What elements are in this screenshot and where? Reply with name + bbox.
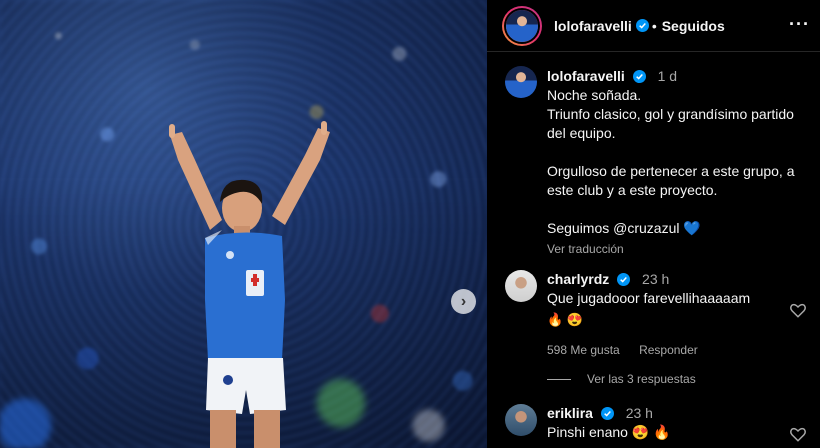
commenter-username[interactable]: eriklira xyxy=(547,405,593,421)
caption-author-avatar[interactable] xyxy=(505,66,537,98)
reply-button[interactable]: Responder xyxy=(639,343,698,357)
more-options-icon[interactable]: ··· xyxy=(789,14,810,35)
comment-like-count[interactable]: 598 Me gusta xyxy=(547,343,620,357)
next-photo-button[interactable]: › xyxy=(451,289,476,314)
comment-text: Que jugadooor farevellihaaaaam xyxy=(547,290,751,306)
author-username[interactable]: lolofaravelli xyxy=(554,18,632,34)
post-details-panel: lolofaravelli • Seguidos ··· lolofaravel… xyxy=(487,0,820,448)
caption-timestamp: 1 d xyxy=(657,68,678,84)
commenter-avatar[interactable] xyxy=(505,270,537,302)
view-replies-button[interactable]: Ver las 3 respuestas xyxy=(547,372,696,386)
post-photo[interactable]: › xyxy=(0,0,487,448)
post-header: lolofaravelli • Seguidos ··· xyxy=(487,0,820,52)
replies-divider xyxy=(547,378,571,380)
verified-badge-icon xyxy=(600,407,614,420)
comment-item: charlyrdz 23 h Que jugadooor farevelliha… xyxy=(505,270,815,360)
comment-timestamp: 23 h xyxy=(642,271,670,287)
comment-timestamp: 23 h xyxy=(625,405,653,421)
commenter-username[interactable]: charlyrdz xyxy=(547,271,609,287)
separator-dot: • xyxy=(651,17,657,34)
player-figure xyxy=(169,121,330,448)
following-button[interactable]: Seguidos xyxy=(662,18,725,34)
heart-icon[interactable] xyxy=(789,425,807,443)
author-avatar[interactable] xyxy=(502,5,542,46)
see-translation-link[interactable]: Ver traducción xyxy=(547,240,815,259)
chevron-right-icon: › xyxy=(460,292,467,310)
caption-username[interactable]: lolofaravelli xyxy=(547,68,625,84)
comment-emojis: 🔥 😍 xyxy=(547,312,583,327)
verified-badge-icon xyxy=(635,19,649,32)
comment-item: eriklira 23 h Pinshi enano 😍 🔥 xyxy=(505,404,815,442)
caption-text: Noche soñada. Triunfo clasico, gol y gra… xyxy=(547,87,795,236)
verified-badge-icon xyxy=(617,273,631,286)
heart-icon[interactable] xyxy=(789,301,807,319)
commenter-avatar[interactable] xyxy=(505,404,537,436)
post-caption: lolofaravelli 1 d Noche soñada. Triunfo … xyxy=(505,66,815,259)
verified-badge-icon xyxy=(632,70,646,83)
comment-text: Pinshi enano 😍 🔥 xyxy=(547,424,671,440)
view-replies-label: Ver las 3 respuestas xyxy=(587,372,696,386)
